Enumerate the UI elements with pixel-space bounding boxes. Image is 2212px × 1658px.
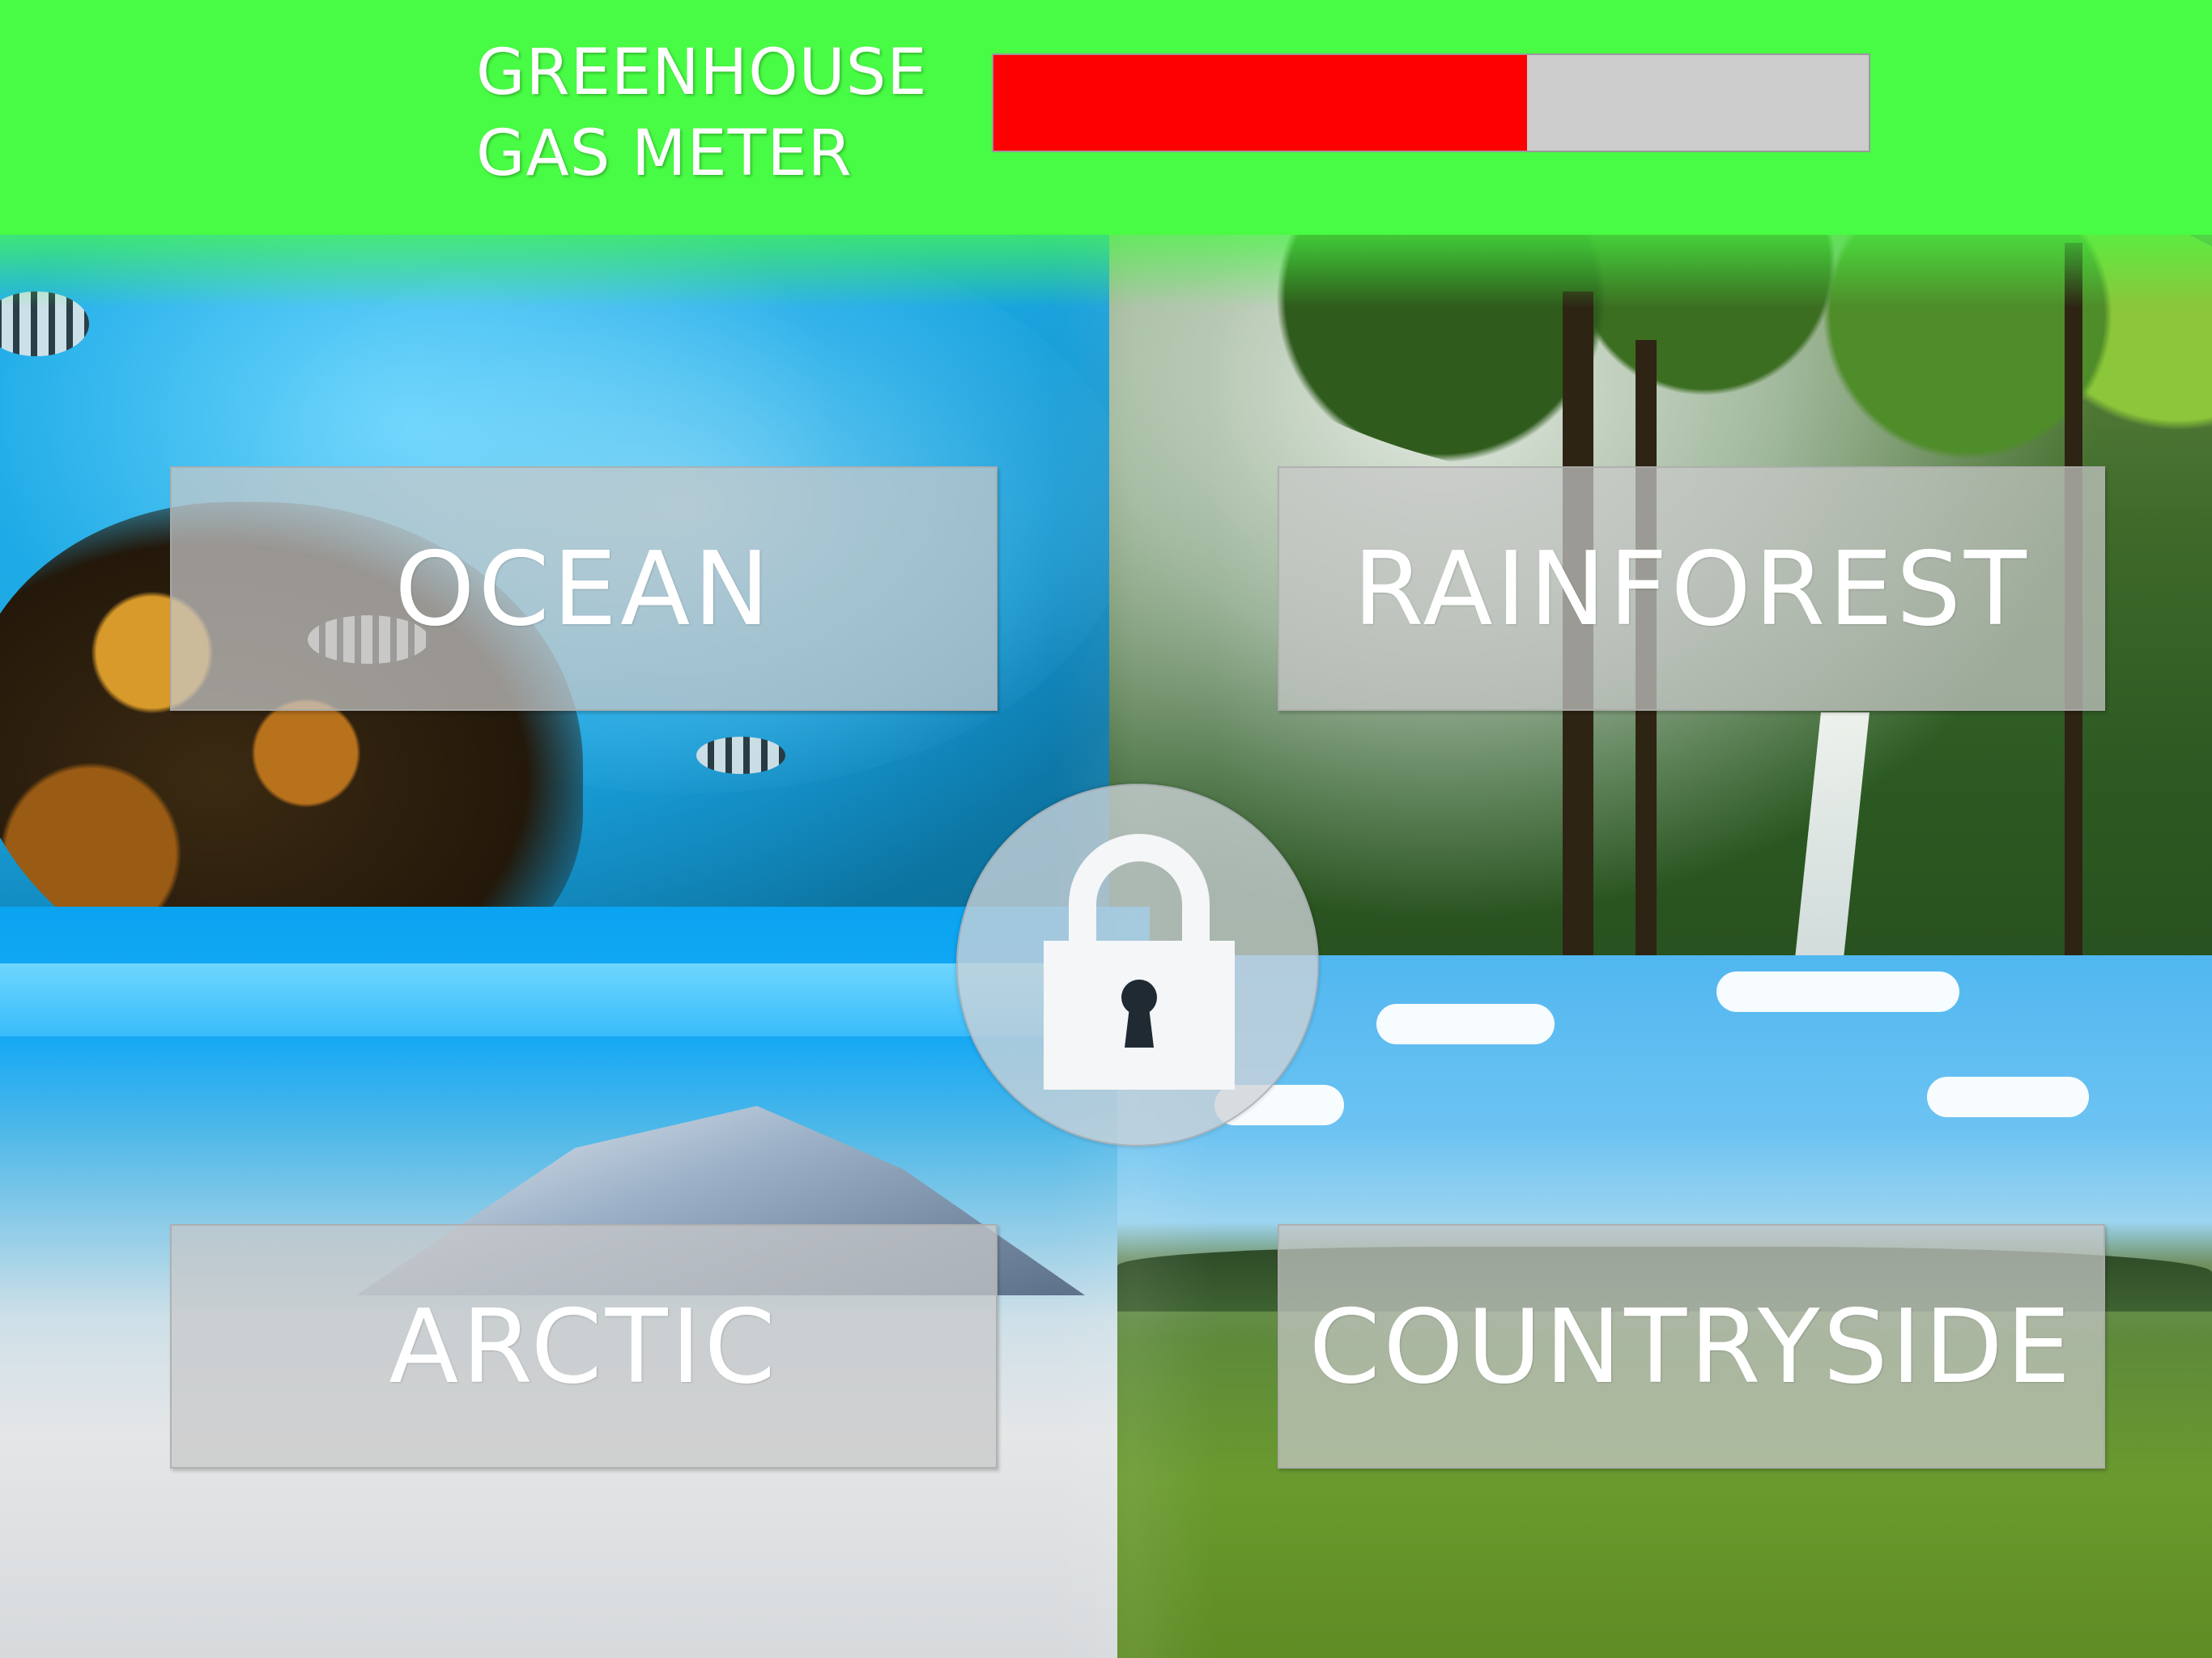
- cloud-image: [1927, 1077, 2089, 1117]
- greenhouse-gas-meter-fill: [993, 55, 1528, 151]
- header-fade: [0, 194, 2212, 308]
- rainforest-button[interactable]: RAINFOREST: [1278, 466, 2105, 711]
- countryside-button[interactable]: COUNTRYSIDE: [1278, 1224, 2105, 1469]
- padlock-icon: [1044, 834, 1235, 1090]
- lock-button[interactable]: [956, 784, 1319, 1146]
- arctic-button[interactable]: ARCTIC: [170, 1224, 998, 1469]
- striped-fish-image: [696, 737, 785, 774]
- meter-title-line-2: GAS METER: [476, 117, 853, 190]
- greenhouse-gas-meter: [992, 53, 1870, 152]
- cloud-image: [1716, 971, 1959, 1012]
- cloud-image: [1376, 1004, 1555, 1044]
- ocean-button[interactable]: OCEAN: [170, 466, 998, 711]
- meter-title-line-1: GREENHOUSE: [476, 36, 928, 109]
- greenhouse-gas-meter-title: GREENHOUSE GAS METER: [476, 32, 929, 194]
